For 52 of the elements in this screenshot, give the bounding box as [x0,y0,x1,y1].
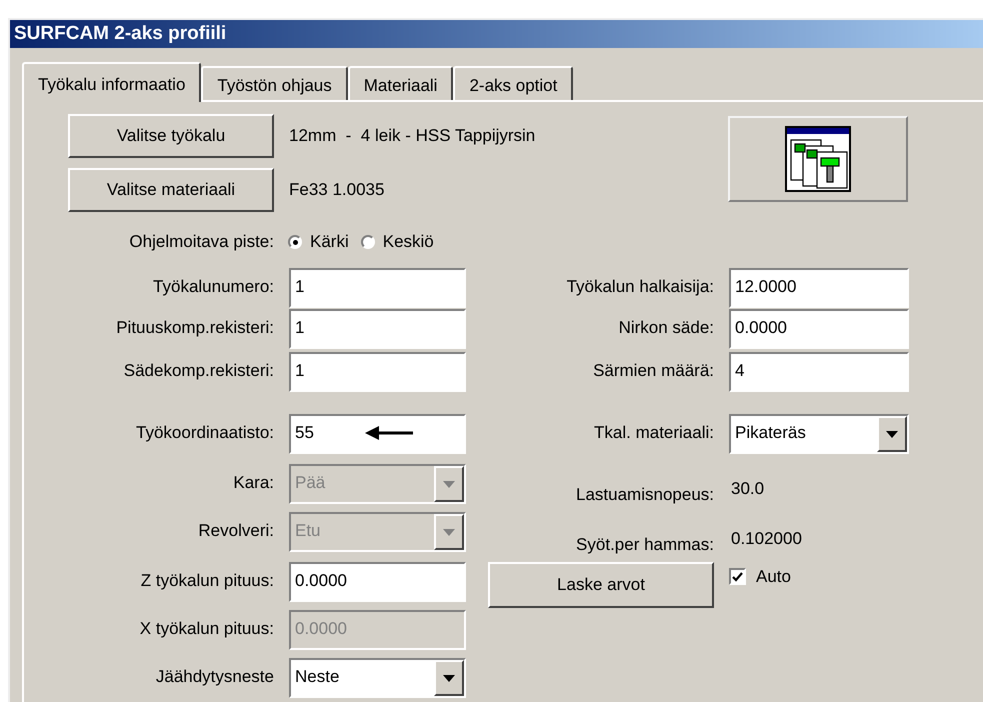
arrow-icon [365,426,413,440]
select-button[interactable]: Valitse työkalu [68,114,274,158]
input-field[interactable]: 1 [289,268,466,308]
dropdown-field[interactable]: Pikateräs [729,414,909,454]
checkbox[interactable] [729,568,746,586]
field-label: Z työkalun pituus: [140,570,274,592]
window-title: SURFCAM 2-aks profiili [14,22,226,46]
dropdown-button[interactable] [434,660,464,696]
field-label: Pituuskomp.rekisteri: [115,317,274,339]
field-label: Työkalunumero: [152,276,274,298]
caret-icon [886,430,898,438]
field-label: Työkoordinaatisto: [135,422,274,444]
input-field[interactable]: 1 [289,352,466,392]
field-label: Syöt.per hammas: [575,534,714,556]
dropdown-field[interactable]: Neste [289,658,466,698]
radio-option-label: Keskiö [382,231,434,254]
field-label: Lastuamisnopeus: [575,484,714,506]
field-label: Sädekomp.rekisteri: [122,360,274,382]
input-field[interactable]: 12.0000 [729,268,909,308]
checkbox-label: Auto [756,566,791,588]
field-label: Särmien määrä: [592,360,714,382]
radio-button[interactable] [288,235,302,249]
radio-option-label: Kärki [310,231,349,254]
field-label: X työkalun pituus: [138,618,274,640]
value-text: 0.102000 [730,529,802,548]
radio-label: Ohjelmoitava piste: [128,231,274,254]
input-field[interactable]: 1 [289,309,466,349]
tab[interactable]: Materiaali [348,66,454,100]
caret-icon [443,674,455,682]
cutter-windows-icon [785,126,851,192]
input-field[interactable]: 4 [729,352,909,392]
input-field[interactable]: 55 [289,414,466,454]
selection-text: Fe33 1.0035 [289,179,384,202]
input-field[interactable]: 0.0000 [729,309,909,349]
field-label: Kara: [232,472,274,494]
selection-text: 12mm - 4 leik - HSS Tappijyrsin [289,125,536,148]
tab[interactable]: 2-aks optiot [453,66,574,100]
tab[interactable]: Työkalu informaatio [22,62,202,102]
input-field[interactable]: 0.0000 [289,562,466,602]
caret-icon [443,528,455,536]
radio-button[interactable] [360,235,375,249]
field-label: Jäähdytysneste [154,666,274,688]
dropdown-button[interactable] [877,416,907,452]
field-label: Nirkon säde: [618,317,714,339]
field-label: Revolveri: [197,520,274,542]
value-text: 30.0 [730,479,764,498]
select-button[interactable]: Valitse materiaali [68,168,274,212]
caret-icon [443,480,455,488]
field-label: Tkal. materiaali: [593,422,714,444]
field-label: Työkalun halkaisija: [566,276,714,298]
calculate-button[interactable]: Laske arvot [488,562,714,608]
tab[interactable]: Työstön ohjaus [201,66,348,100]
